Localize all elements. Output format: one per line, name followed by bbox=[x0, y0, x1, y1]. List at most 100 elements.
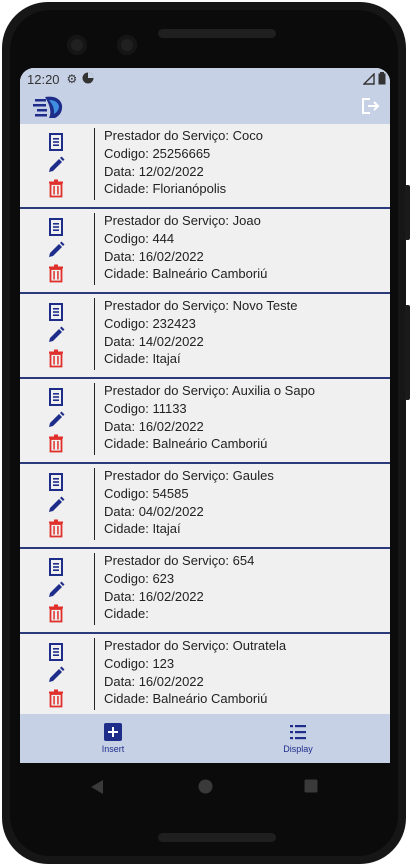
list-icon bbox=[290, 725, 306, 740]
edit-pencil-icon[interactable] bbox=[46, 155, 66, 175]
provider-value: Joao bbox=[232, 213, 261, 228]
view-document-icon[interactable] bbox=[46, 217, 66, 237]
view-document-icon[interactable] bbox=[46, 557, 66, 577]
item-info: Prestador do Serviço: Joao Codigo: 444 D… bbox=[104, 212, 267, 283]
logout-icon[interactable] bbox=[360, 96, 380, 116]
home-icon[interactable] bbox=[198, 779, 213, 799]
provider-value: 654 bbox=[232, 553, 255, 568]
date-row: Data: 14/02/2022 bbox=[104, 333, 297, 351]
notification-icon bbox=[82, 72, 94, 87]
code-label: Codigo: bbox=[104, 315, 149, 331]
app-bar bbox=[20, 90, 390, 125]
date-value: 16/02/2022 bbox=[138, 673, 204, 689]
view-document-icon[interactable] bbox=[46, 132, 66, 152]
code-row: Codigo: 623 bbox=[104, 570, 254, 588]
city-value: Itajaí bbox=[152, 351, 181, 367]
date-label: Data: bbox=[104, 503, 136, 519]
date-label: Data: bbox=[104, 163, 136, 179]
code-label: Codigo: bbox=[104, 655, 149, 671]
earpiece-speaker bbox=[158, 29, 276, 38]
delete-trash-icon[interactable] bbox=[46, 518, 66, 538]
back-icon[interactable] bbox=[90, 779, 104, 800]
status-bar: 12:20 ⚙ bbox=[20, 68, 390, 90]
delete-trash-icon[interactable] bbox=[46, 178, 66, 198]
date-label: Data: bbox=[104, 673, 136, 689]
view-document-icon[interactable] bbox=[46, 387, 66, 407]
provider-row: Prestador do Serviço: Novo Teste bbox=[104, 297, 297, 315]
view-document-icon[interactable] bbox=[46, 472, 66, 492]
item-divider bbox=[94, 383, 95, 455]
date-value: 16/02/2022 bbox=[138, 418, 204, 434]
display-tab[interactable]: Display bbox=[258, 722, 338, 754]
settings-gear-icon: ⚙ bbox=[66, 72, 78, 86]
battery-icon bbox=[378, 72, 386, 88]
provider-label: Prestador do Serviço: bbox=[104, 468, 230, 483]
city-value: Florianópolis bbox=[152, 181, 227, 197]
item-info: Prestador do Serviço: Outratela Codigo: … bbox=[104, 637, 286, 708]
edit-pencil-icon[interactable] bbox=[46, 665, 66, 685]
add-box-icon bbox=[104, 723, 122, 741]
date-label: Data: bbox=[104, 588, 136, 604]
service-list: Prestador do Serviço: Coco Codigo: 25256… bbox=[20, 124, 390, 714]
provider-label: Prestador do Serviço: bbox=[104, 128, 230, 143]
code-value: 232423 bbox=[152, 315, 196, 331]
date-row: Data: 16/02/2022 bbox=[104, 248, 267, 266]
code-value: 54585 bbox=[152, 485, 189, 501]
code-row: Codigo: 123 bbox=[104, 655, 286, 673]
delete-trash-icon[interactable] bbox=[46, 263, 66, 283]
city-row: Cidade: Itajaí bbox=[104, 350, 297, 368]
view-document-icon[interactable] bbox=[46, 302, 66, 322]
list-item: Prestador do Serviço: Coco Codigo: 25256… bbox=[20, 124, 390, 209]
item-divider bbox=[94, 128, 95, 200]
recents-icon[interactable] bbox=[304, 779, 318, 798]
city-row: Cidade: Balneário Camboriú bbox=[104, 435, 315, 453]
insert-tab[interactable]: Insert bbox=[73, 722, 153, 754]
date-value: 04/02/2022 bbox=[138, 503, 204, 519]
city-label: Cidade: bbox=[104, 436, 149, 452]
city-row: Cidade: Itajaí bbox=[104, 520, 274, 538]
provider-label: Prestador do Serviço: bbox=[104, 298, 230, 313]
city-row: Cidade: bbox=[104, 605, 254, 623]
date-value: 16/02/2022 bbox=[138, 588, 204, 604]
signal-icon bbox=[362, 71, 375, 88]
provider-value: Outratela bbox=[232, 638, 287, 653]
item-divider bbox=[94, 553, 95, 625]
city-value: Balneário Camboriú bbox=[152, 436, 268, 452]
list-item: Prestador do Serviço: Gaules Codigo: 545… bbox=[20, 464, 390, 549]
delete-trash-icon[interactable] bbox=[46, 688, 66, 708]
edit-pencil-icon[interactable] bbox=[46, 580, 66, 600]
provider-value: Auxilia o Sapo bbox=[231, 383, 316, 398]
code-row: Codigo: 232423 bbox=[104, 315, 297, 333]
edit-pencil-icon[interactable] bbox=[46, 410, 66, 430]
status-time: 12:20 bbox=[27, 71, 60, 87]
code-row: Codigo: 25256665 bbox=[104, 145, 263, 163]
city-label: Cidade: bbox=[104, 521, 149, 537]
city-label: Cidade: bbox=[104, 351, 149, 367]
code-label: Codigo: bbox=[104, 230, 149, 246]
power-button bbox=[405, 185, 410, 240]
provider-row: Prestador do Serviço: Coco bbox=[104, 127, 263, 145]
date-label: Data: bbox=[104, 333, 136, 349]
system-navigation-bar bbox=[20, 763, 390, 808]
item-info: Prestador do Serviço: Coco Codigo: 25256… bbox=[104, 127, 263, 198]
delete-trash-icon[interactable] bbox=[46, 603, 66, 623]
edit-pencil-icon[interactable] bbox=[46, 325, 66, 345]
city-label: Cidade: bbox=[104, 181, 149, 197]
view-document-icon[interactable] bbox=[46, 642, 66, 662]
provider-row: Prestador do Serviço: Auxilia o Sapo bbox=[104, 382, 315, 400]
edit-pencil-icon[interactable] bbox=[46, 495, 66, 515]
code-value: 444 bbox=[152, 230, 175, 246]
list-item: Prestador do Serviço: Auxilia o Sapo Cod… bbox=[20, 379, 390, 464]
list-item: Prestador do Serviço: Joao Codigo: 444 D… bbox=[20, 209, 390, 294]
code-value: 25256665 bbox=[152, 145, 211, 161]
code-row: Codigo: 11133 bbox=[104, 400, 315, 418]
edit-pencil-icon[interactable] bbox=[46, 240, 66, 260]
city-label: Cidade: bbox=[104, 266, 149, 282]
delete-trash-icon[interactable] bbox=[46, 348, 66, 368]
provider-row: Prestador do Serviço: 654 bbox=[104, 552, 254, 570]
code-value: 123 bbox=[152, 655, 175, 671]
provider-row: Prestador do Serviço: Gaules bbox=[104, 467, 274, 485]
city-value: Balneário Camboriú bbox=[152, 266, 268, 282]
delete-trash-icon[interactable] bbox=[46, 433, 66, 453]
item-info: Prestador do Serviço: 654 Codigo: 623 Da… bbox=[104, 552, 254, 623]
